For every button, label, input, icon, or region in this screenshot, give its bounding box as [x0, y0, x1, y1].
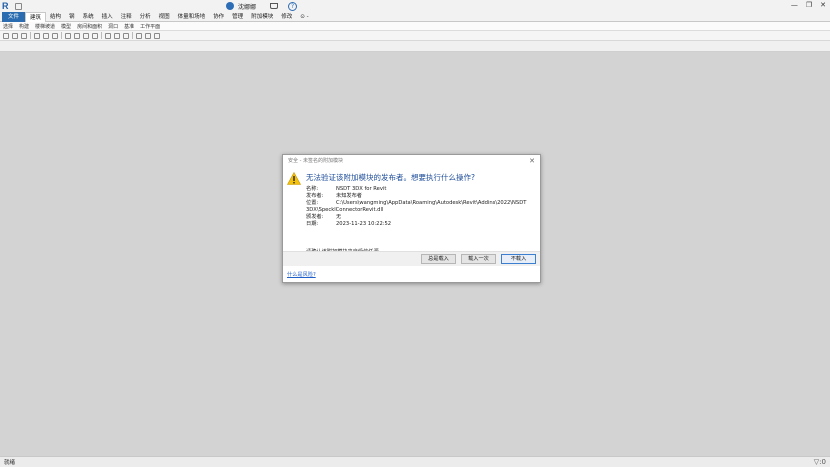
tab-addins[interactable]: 附加模块 [247, 12, 277, 22]
dialog-titlebar[interactable]: 安全 - 未签名的附加模块 ✕ [283, 155, 540, 166]
security-dialog: 安全 - 未签名的附加模块 ✕ 无法验证该附加模块的发布者。想要执行什么操作? … [282, 154, 541, 283]
info-location-continued: 3DX\SpecklConnectorRevit.dll [306, 207, 384, 213]
dialog-body: 无法验证该附加模块的发布者。想要执行什么操作? 名称: NSDT 3DX for… [283, 166, 540, 257]
status-text: 就绪 [4, 460, 16, 466]
user-icon[interactable] [226, 2, 234, 10]
tab-manage[interactable]: 管理 [228, 12, 247, 22]
ribbon-tabs: 文件 建筑 结构 钢 系统 插入 注释 分析 视图 体量和场地 协作 管理 附加… [0, 11, 830, 22]
info-key: 位置: [306, 200, 319, 206]
revit-logo-icon[interactable]: R [2, 1, 12, 11]
close-button[interactable]: ✕ [820, 1, 826, 9]
switch-windows-icon[interactable] [145, 32, 151, 39]
tab-view[interactable]: 视图 [155, 12, 174, 22]
cart-icon[interactable] [270, 3, 279, 9]
do-not-load-button[interactable]: 不载入 [501, 254, 536, 264]
open-icon[interactable] [3, 32, 9, 39]
panel-build[interactable]: 构建 [16, 23, 32, 30]
help-icon[interactable]: ? [288, 1, 298, 11]
load-once-button[interactable]: 载入一次 [461, 254, 496, 264]
risk-info-link[interactable]: 什么是风险? [287, 271, 316, 278]
info-value: 未知发布者 [336, 193, 362, 199]
panel-opening[interactable]: 洞口 [105, 23, 121, 30]
info-value: 2023-11-23 10:22:52 [336, 221, 392, 227]
tab-file[interactable]: 文件 [2, 11, 26, 22]
tab-steel[interactable]: 钢 [65, 12, 79, 22]
info-row-location: 位置: C:\Users\wangming\AppData\Roaming\Au… [306, 200, 526, 207]
tab-minimize-ribbon[interactable]: ⊙ - [296, 12, 312, 22]
ribbon-panels: 选择 构建 楼梯坡道 模型 房间和面积 洞口 基准 工作平面 [0, 22, 830, 31]
tab-systems[interactable]: 系统 [79, 12, 98, 22]
info-key: 颁发者: [306, 214, 324, 220]
panel-room-area[interactable]: 房间和面积 [74, 23, 105, 30]
dialog-button-bar: 总是载入 载入一次 不载入 [283, 251, 540, 266]
tab-architecture[interactable]: 建筑 [25, 11, 47, 22]
info-value: 无 [336, 214, 342, 220]
title-bar: R 沈娜娜 ? — ❐ ✕ [0, 0, 830, 12]
user-name[interactable]: 沈娜娜 [238, 2, 256, 11]
measure-icon[interactable] [65, 32, 71, 39]
toolbar-separator [132, 32, 133, 39]
info-row-publisher: 发布者: 未知发布者 [306, 193, 526, 200]
options-bar [0, 41, 830, 52]
panel-work-plane[interactable]: 工作平面 [137, 23, 163, 30]
info-key: 名称: [306, 186, 319, 192]
minimize-button[interactable]: — [791, 1, 798, 9]
tab-structure[interactable]: 结构 [46, 12, 65, 22]
info-row-name: 名称: NSDT 3DX for Revit [306, 186, 526, 193]
undo-icon[interactable] [34, 32, 40, 39]
always-load-button[interactable]: 总是载入 [421, 254, 456, 264]
filter-icon[interactable]: ▽:0 [814, 458, 826, 466]
tab-modify[interactable]: 修改 [277, 12, 296, 22]
print-icon[interactable] [52, 32, 58, 39]
dialog-title: 安全 - 未签名的附加模块 [288, 158, 343, 164]
redo-icon[interactable] [43, 32, 49, 39]
warning-icon [287, 172, 301, 185]
info-row-date: 日期: 2023-11-23 10:22:52 [306, 221, 526, 228]
dimension-icon[interactable] [74, 32, 80, 39]
status-bar: 就绪 ▽:0 [0, 456, 830, 467]
close-hidden-icon[interactable] [136, 32, 142, 39]
tab-collaborate[interactable]: 协作 [209, 12, 228, 22]
tag-icon[interactable] [83, 32, 89, 39]
3d-view-icon[interactable] [105, 32, 111, 39]
info-key: 发布者: [306, 193, 324, 199]
toolbar-separator [101, 32, 102, 39]
addin-info: 名称: NSDT 3DX for Revit 发布者: 未知发布者 位置: C:… [306, 186, 526, 228]
customize-icon[interactable] [154, 32, 160, 39]
tab-annotate[interactable]: 注释 [117, 12, 136, 22]
toolbar-separator [30, 32, 31, 39]
dialog-close-button[interactable]: ✕ [529, 157, 535, 165]
info-row-issuer: 颁发者: 无 [306, 214, 526, 221]
dialog-heading: 无法验证该附加模块的发布者。想要执行什么操作? [306, 173, 475, 182]
info-value: NSDT 3DX for Revit [336, 186, 387, 192]
restore-button[interactable]: ❐ [806, 1, 812, 9]
title-center: 沈娜娜 ? [226, 1, 298, 11]
text-icon[interactable] [92, 32, 98, 39]
quick-toolbar [0, 31, 830, 41]
window-controls: — ❐ ✕ [791, 1, 826, 9]
thin-lines-icon[interactable] [123, 32, 129, 39]
panel-circulation[interactable]: 楼梯坡道 [32, 23, 58, 30]
panel-datum[interactable]: 基准 [121, 23, 137, 30]
tab-massing-site[interactable]: 体量和场地 [174, 12, 210, 22]
sync-icon[interactable] [21, 32, 27, 39]
panel-model[interactable]: 模型 [58, 23, 74, 30]
section-icon[interactable] [114, 32, 120, 39]
info-value: C:\Users\wangming\AppData\Roaming\Autode… [336, 200, 527, 206]
panel-select[interactable]: 选择 [0, 23, 16, 30]
dialog-footer: 什么是风险? [283, 266, 540, 282]
toolbar-separator [61, 32, 62, 39]
tab-insert[interactable]: 插入 [98, 12, 117, 22]
tab-analyze[interactable]: 分析 [136, 12, 155, 22]
open-file-icon[interactable] [15, 2, 22, 10]
info-key: 日期: [306, 221, 319, 227]
save-icon[interactable] [12, 32, 18, 39]
